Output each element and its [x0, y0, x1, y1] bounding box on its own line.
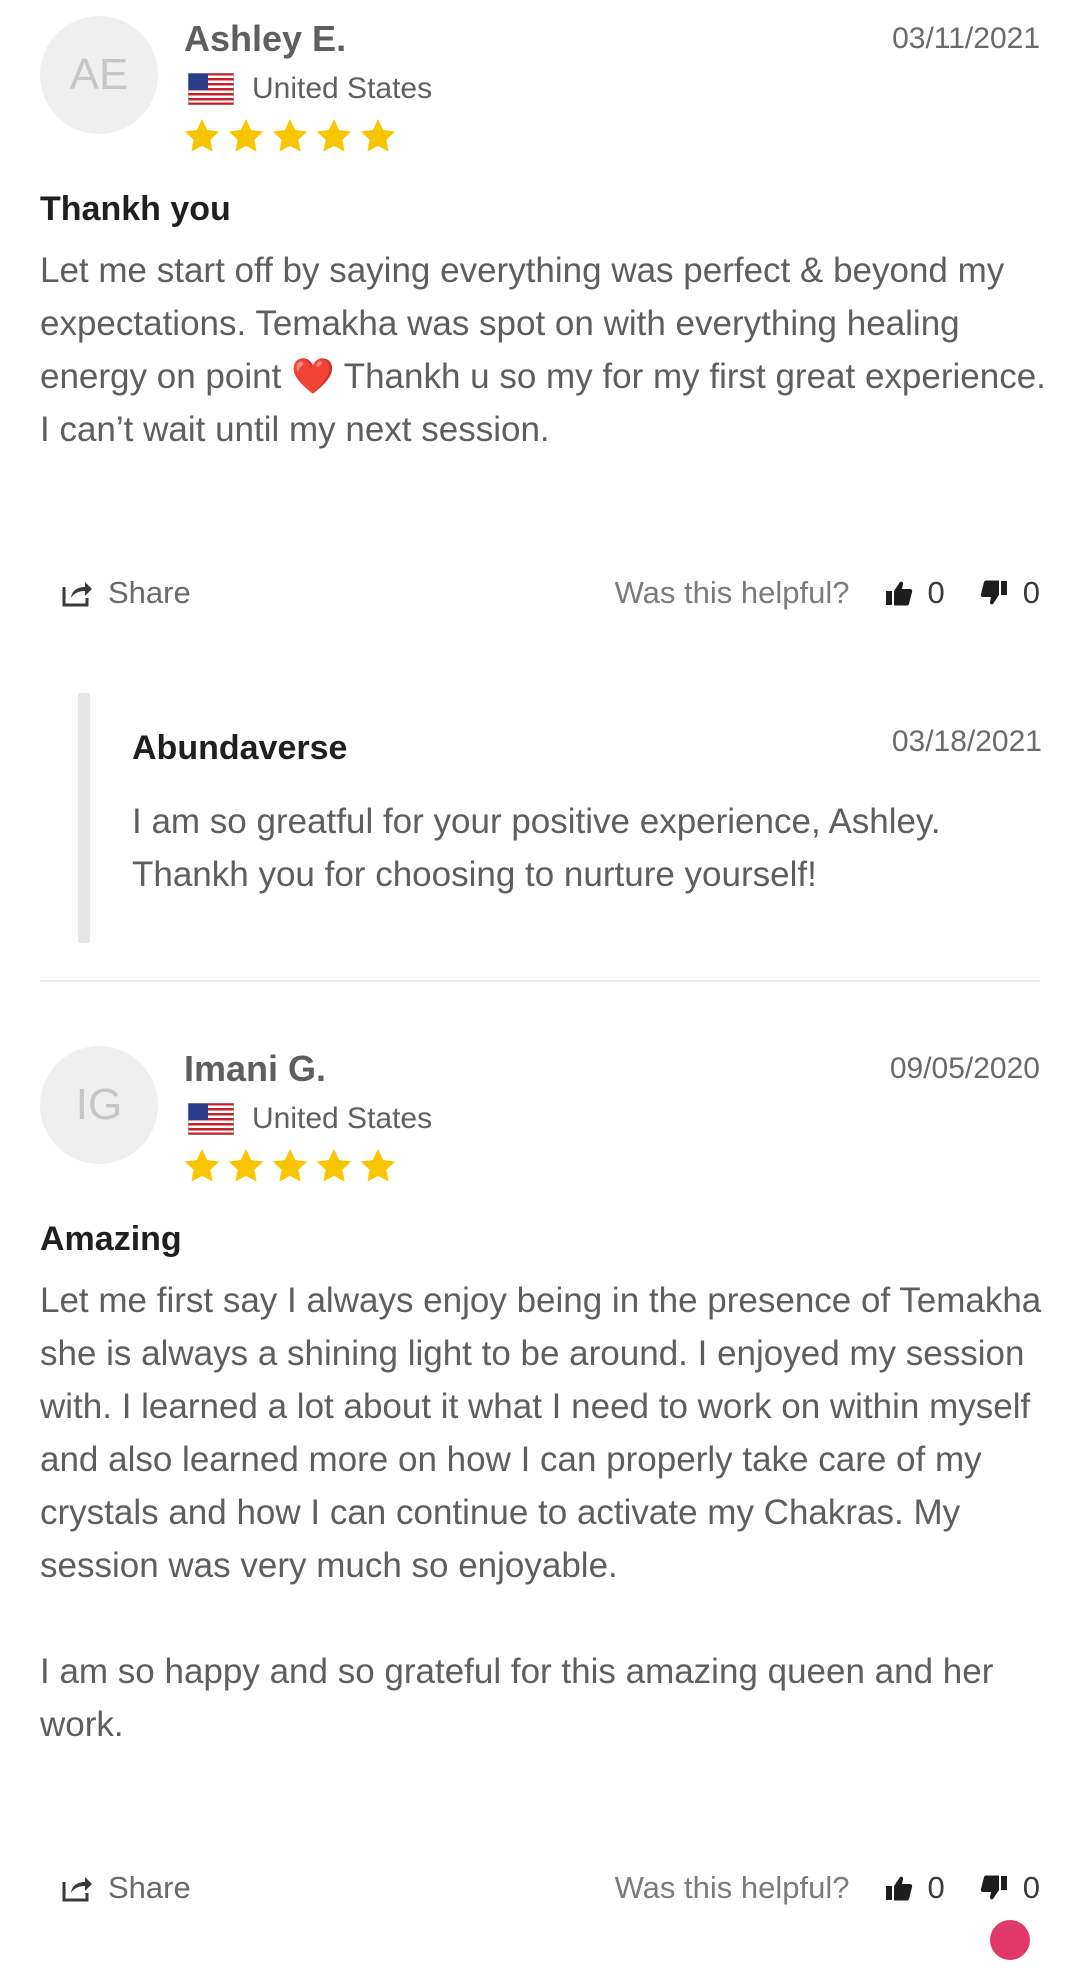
share-label: Share [108, 1870, 191, 1905]
downvote-button[interactable]: 0 [979, 1870, 1040, 1906]
review-card: IG Imani G. 09/05/2020 United States Ama… [0, 1030, 1080, 1982]
star-rating [182, 116, 398, 156]
star-rating [182, 1146, 398, 1186]
star-icon [182, 1146, 222, 1186]
us-flag-icon [188, 73, 234, 105]
star-icon [314, 1146, 354, 1186]
review-divider [40, 980, 1040, 982]
reply-body: I am so greatful for your positive exper… [132, 802, 941, 894]
star-icon [270, 1146, 310, 1186]
star-icon [226, 1146, 266, 1186]
us-flag-icon [188, 1103, 234, 1135]
thumbs-up-icon [884, 1873, 914, 1903]
downvote-count: 0 [1022, 575, 1040, 610]
thumbs-up-icon [884, 578, 914, 608]
downvote-count: 0 [1022, 1870, 1040, 1905]
reply-author: Abundaverse [132, 729, 348, 767]
share-button[interactable]: Share [60, 575, 191, 611]
review-location: United States [188, 1100, 432, 1138]
star-icon [226, 116, 266, 156]
star-icon [358, 1146, 398, 1186]
review-body: Let me first say I always enjoy being in… [40, 1281, 1042, 1744]
review-date: 09/05/2020 [889, 1052, 1040, 1085]
reply-date: 03/18/2021 [891, 725, 1042, 758]
helpful-label: Was this helpful? [614, 575, 850, 610]
reply-border [78, 693, 90, 943]
review-actions: Share Was this helpful? 0 0 [60, 1866, 1040, 1910]
upvote-button[interactable]: 0 [884, 575, 945, 611]
helpful-section: Was this helpful? 0 0 [615, 575, 1040, 611]
review-date: 03/11/2021 [892, 22, 1040, 55]
store-reply: Abundaverse 03/18/2021 I am so greatful … [78, 693, 1042, 943]
avatar: IG [40, 1046, 158, 1164]
review-title: Thankh you [40, 190, 231, 228]
share-icon [60, 578, 94, 608]
helpful-label: Was this helpful? [614, 1870, 850, 1905]
review-author: Imani G. [184, 1048, 327, 1089]
star-icon [270, 116, 310, 156]
review-card: AE Ashley E. 03/11/2021 United States Th… [0, 0, 1080, 980]
upvote-count: 0 [927, 575, 945, 610]
review-body: Let me start off by saying everything wa… [40, 251, 1056, 449]
floating-action-button[interactable] [990, 1920, 1030, 1960]
star-icon [358, 116, 398, 156]
star-icon [314, 116, 354, 156]
share-icon [60, 1873, 94, 1903]
upvote-button[interactable]: 0 [884, 1870, 945, 1906]
thumbs-down-icon [979, 578, 1009, 608]
share-label: Share [108, 575, 191, 610]
review-title: Amazing [40, 1220, 182, 1258]
share-button[interactable]: Share [60, 1870, 191, 1906]
review-country: United States [252, 1102, 433, 1135]
star-icon [182, 116, 222, 156]
downvote-button[interactable]: 0 [979, 575, 1040, 611]
review-location: United States [188, 70, 432, 108]
avatar: AE [40, 16, 158, 134]
upvote-count: 0 [927, 1870, 945, 1905]
review-actions: Share Was this helpful? 0 0 [60, 571, 1040, 615]
helpful-section: Was this helpful? 0 0 [615, 1870, 1040, 1906]
review-author: Ashley E. [184, 18, 347, 59]
review-country: United States [252, 72, 433, 105]
thumbs-down-icon [979, 1873, 1009, 1903]
